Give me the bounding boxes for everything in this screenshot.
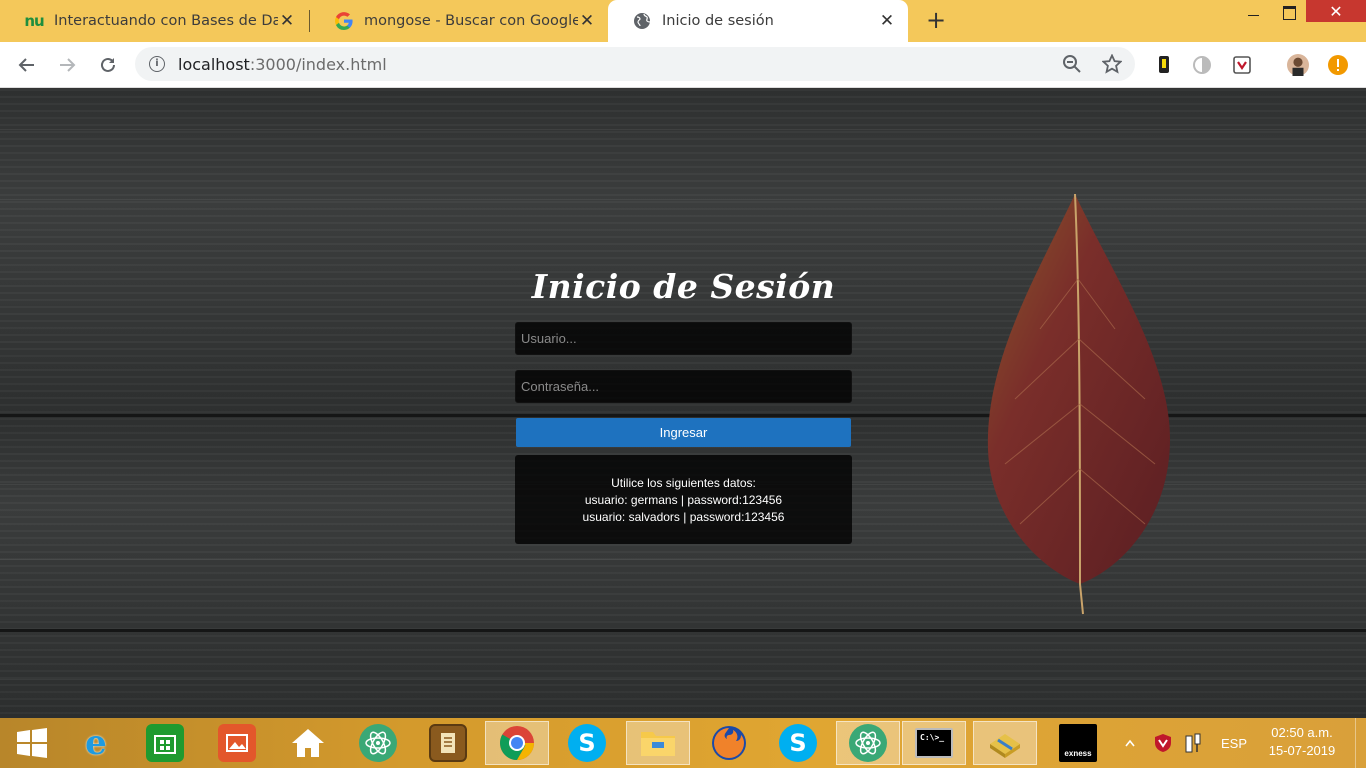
info-line: usuario: germans | password:123456	[584, 493, 783, 507]
tab-title: Interactuando con Bases de Datos	[54, 13, 278, 29]
browser-toolbar: i localhost:3000/index.html	[0, 42, 1366, 88]
reload-button[interactable]	[94, 51, 122, 79]
taskbar-ie[interactable]: e	[64, 721, 128, 765]
wood-grain	[0, 679, 1366, 680]
bookmark-star-icon[interactable]	[1101, 53, 1123, 75]
taskbar-clock[interactable]: 02:50 a.m. 15-07-2019	[1262, 724, 1342, 760]
firefox-icon	[712, 726, 746, 760]
plank-gap	[0, 629, 1366, 632]
tray-mcafee-shield-icon[interactable]	[1150, 718, 1176, 768]
taskbar-atom-2[interactable]	[836, 721, 900, 765]
globe-favicon-icon	[632, 11, 652, 31]
username-input[interactable]	[515, 322, 852, 355]
profile-avatar-icon[interactable]	[1287, 54, 1309, 76]
page-background: Inicio de Sesión Ingresar Utilice los si…	[0, 89, 1366, 718]
taskbar-chrome[interactable]	[485, 721, 549, 765]
extension-mcafee-icon[interactable]	[1231, 54, 1253, 76]
ie-icon: e	[85, 723, 107, 763]
site-info-icon[interactable]: i	[149, 56, 165, 72]
atom-icon	[849, 724, 887, 762]
close-tab-icon[interactable]: ✕	[278, 11, 296, 31]
taskbar-cmd[interactable]: C:\>_	[902, 721, 966, 765]
folder-icon	[641, 732, 675, 756]
taskbar-atom-1[interactable]	[346, 721, 410, 765]
chrome-icon	[500, 726, 534, 760]
tray-overflow-chevron-icon[interactable]	[1120, 718, 1140, 768]
taskbar-archive[interactable]	[973, 721, 1037, 765]
exness-icon: exness	[1059, 724, 1097, 762]
skype-icon: S	[779, 724, 817, 762]
tray-language[interactable]: ESP	[1214, 718, 1254, 768]
arrow-right-icon	[60, 58, 76, 72]
clock-date: 15-07-2019	[1268, 743, 1336, 758]
taskbar-skype-2[interactable]: S	[766, 721, 830, 765]
start-button[interactable]	[0, 721, 64, 765]
close-tab-icon[interactable]: ✕	[578, 11, 596, 31]
update-warning-icon[interactable]	[1327, 54, 1349, 76]
url-path: :3000/index.html	[249, 55, 387, 74]
reload-icon	[101, 57, 115, 72]
taskbar-skype-1[interactable]: S	[555, 721, 619, 765]
terminal-icon: C:\>_	[915, 728, 953, 758]
google-favicon-icon	[334, 11, 354, 31]
taskbar-notes[interactable]	[416, 721, 480, 765]
back-button[interactable]	[13, 51, 41, 79]
tab-inicio-de-sesion[interactable]: Inicio de sesión ✕	[608, 0, 908, 42]
atom-icon	[359, 724, 397, 762]
windows-logo-icon	[17, 728, 47, 758]
login-title: Inicio de Sesión	[531, 267, 836, 306]
arrow-left-icon	[18, 58, 34, 72]
archive-icon	[990, 734, 1020, 758]
tray-power-plug-icon[interactable]	[1180, 718, 1206, 768]
info-line: usuario: salvadors | password:123456	[582, 510, 785, 524]
info-line: Utilice los siguientes datos:	[611, 476, 756, 490]
tab-google-search[interactable]: mongose - Buscar con Google ✕	[310, 0, 608, 42]
notes-icon	[429, 724, 467, 762]
password-input[interactable]	[515, 370, 852, 403]
wood-grain	[0, 129, 1366, 130]
new-tab-button[interactable]: +	[922, 6, 950, 34]
tab-title: Inicio de sesión	[662, 13, 774, 29]
url-text[interactable]: localhost:3000/index.html	[178, 55, 387, 74]
show-desktop-button[interactable]	[1355, 718, 1366, 768]
tab-title: mongose - Buscar con Google	[364, 13, 578, 29]
windows-taskbar: e S S C:\>_ exness ESP 02:50 a.m. 15-07-…	[0, 718, 1366, 768]
extension-contrast-icon[interactable]	[1191, 54, 1213, 76]
taskbar-photos[interactable]	[205, 721, 269, 765]
forward-button[interactable]	[53, 51, 81, 79]
close-window-button[interactable]: ✕	[1306, 0, 1366, 22]
extension-lamp-icon[interactable]	[1153, 54, 1175, 76]
nu-favicon-icon: nu	[24, 12, 44, 30]
home-icon	[292, 729, 324, 757]
clock-time: 02:50 a.m.	[1271, 725, 1333, 740]
photos-icon	[218, 724, 256, 762]
taskbar-home[interactable]	[276, 721, 340, 765]
close-tab-icon[interactable]: ✕	[878, 11, 896, 31]
store-icon	[146, 724, 184, 762]
address-bar[interactable]: i localhost:3000/index.html	[135, 47, 1135, 81]
taskbar-exness[interactable]: exness	[1046, 721, 1110, 765]
taskbar-firefox[interactable]	[697, 721, 761, 765]
minimize-window-button[interactable]	[1234, 0, 1272, 26]
autumn-leaf-image	[987, 193, 1170, 615]
credentials-info-box: Utilice los siguientes datos: usuario: g…	[515, 455, 852, 544]
login-button[interactable]: Ingresar	[516, 418, 851, 447]
tab-interactuando[interactable]: nu Interactuando con Bases de Datos ✕	[0, 0, 308, 42]
taskbar-store[interactable]	[133, 721, 197, 765]
maximize-window-button[interactable]	[1272, 0, 1306, 26]
skype-icon: S	[568, 724, 606, 762]
zoom-icon[interactable]	[1061, 53, 1083, 75]
tab-strip: nu Interactuando con Bases de Datos ✕ mo…	[0, 0, 1366, 42]
url-host: localhost	[178, 55, 250, 74]
taskbar-file-explorer[interactable]	[626, 721, 690, 765]
